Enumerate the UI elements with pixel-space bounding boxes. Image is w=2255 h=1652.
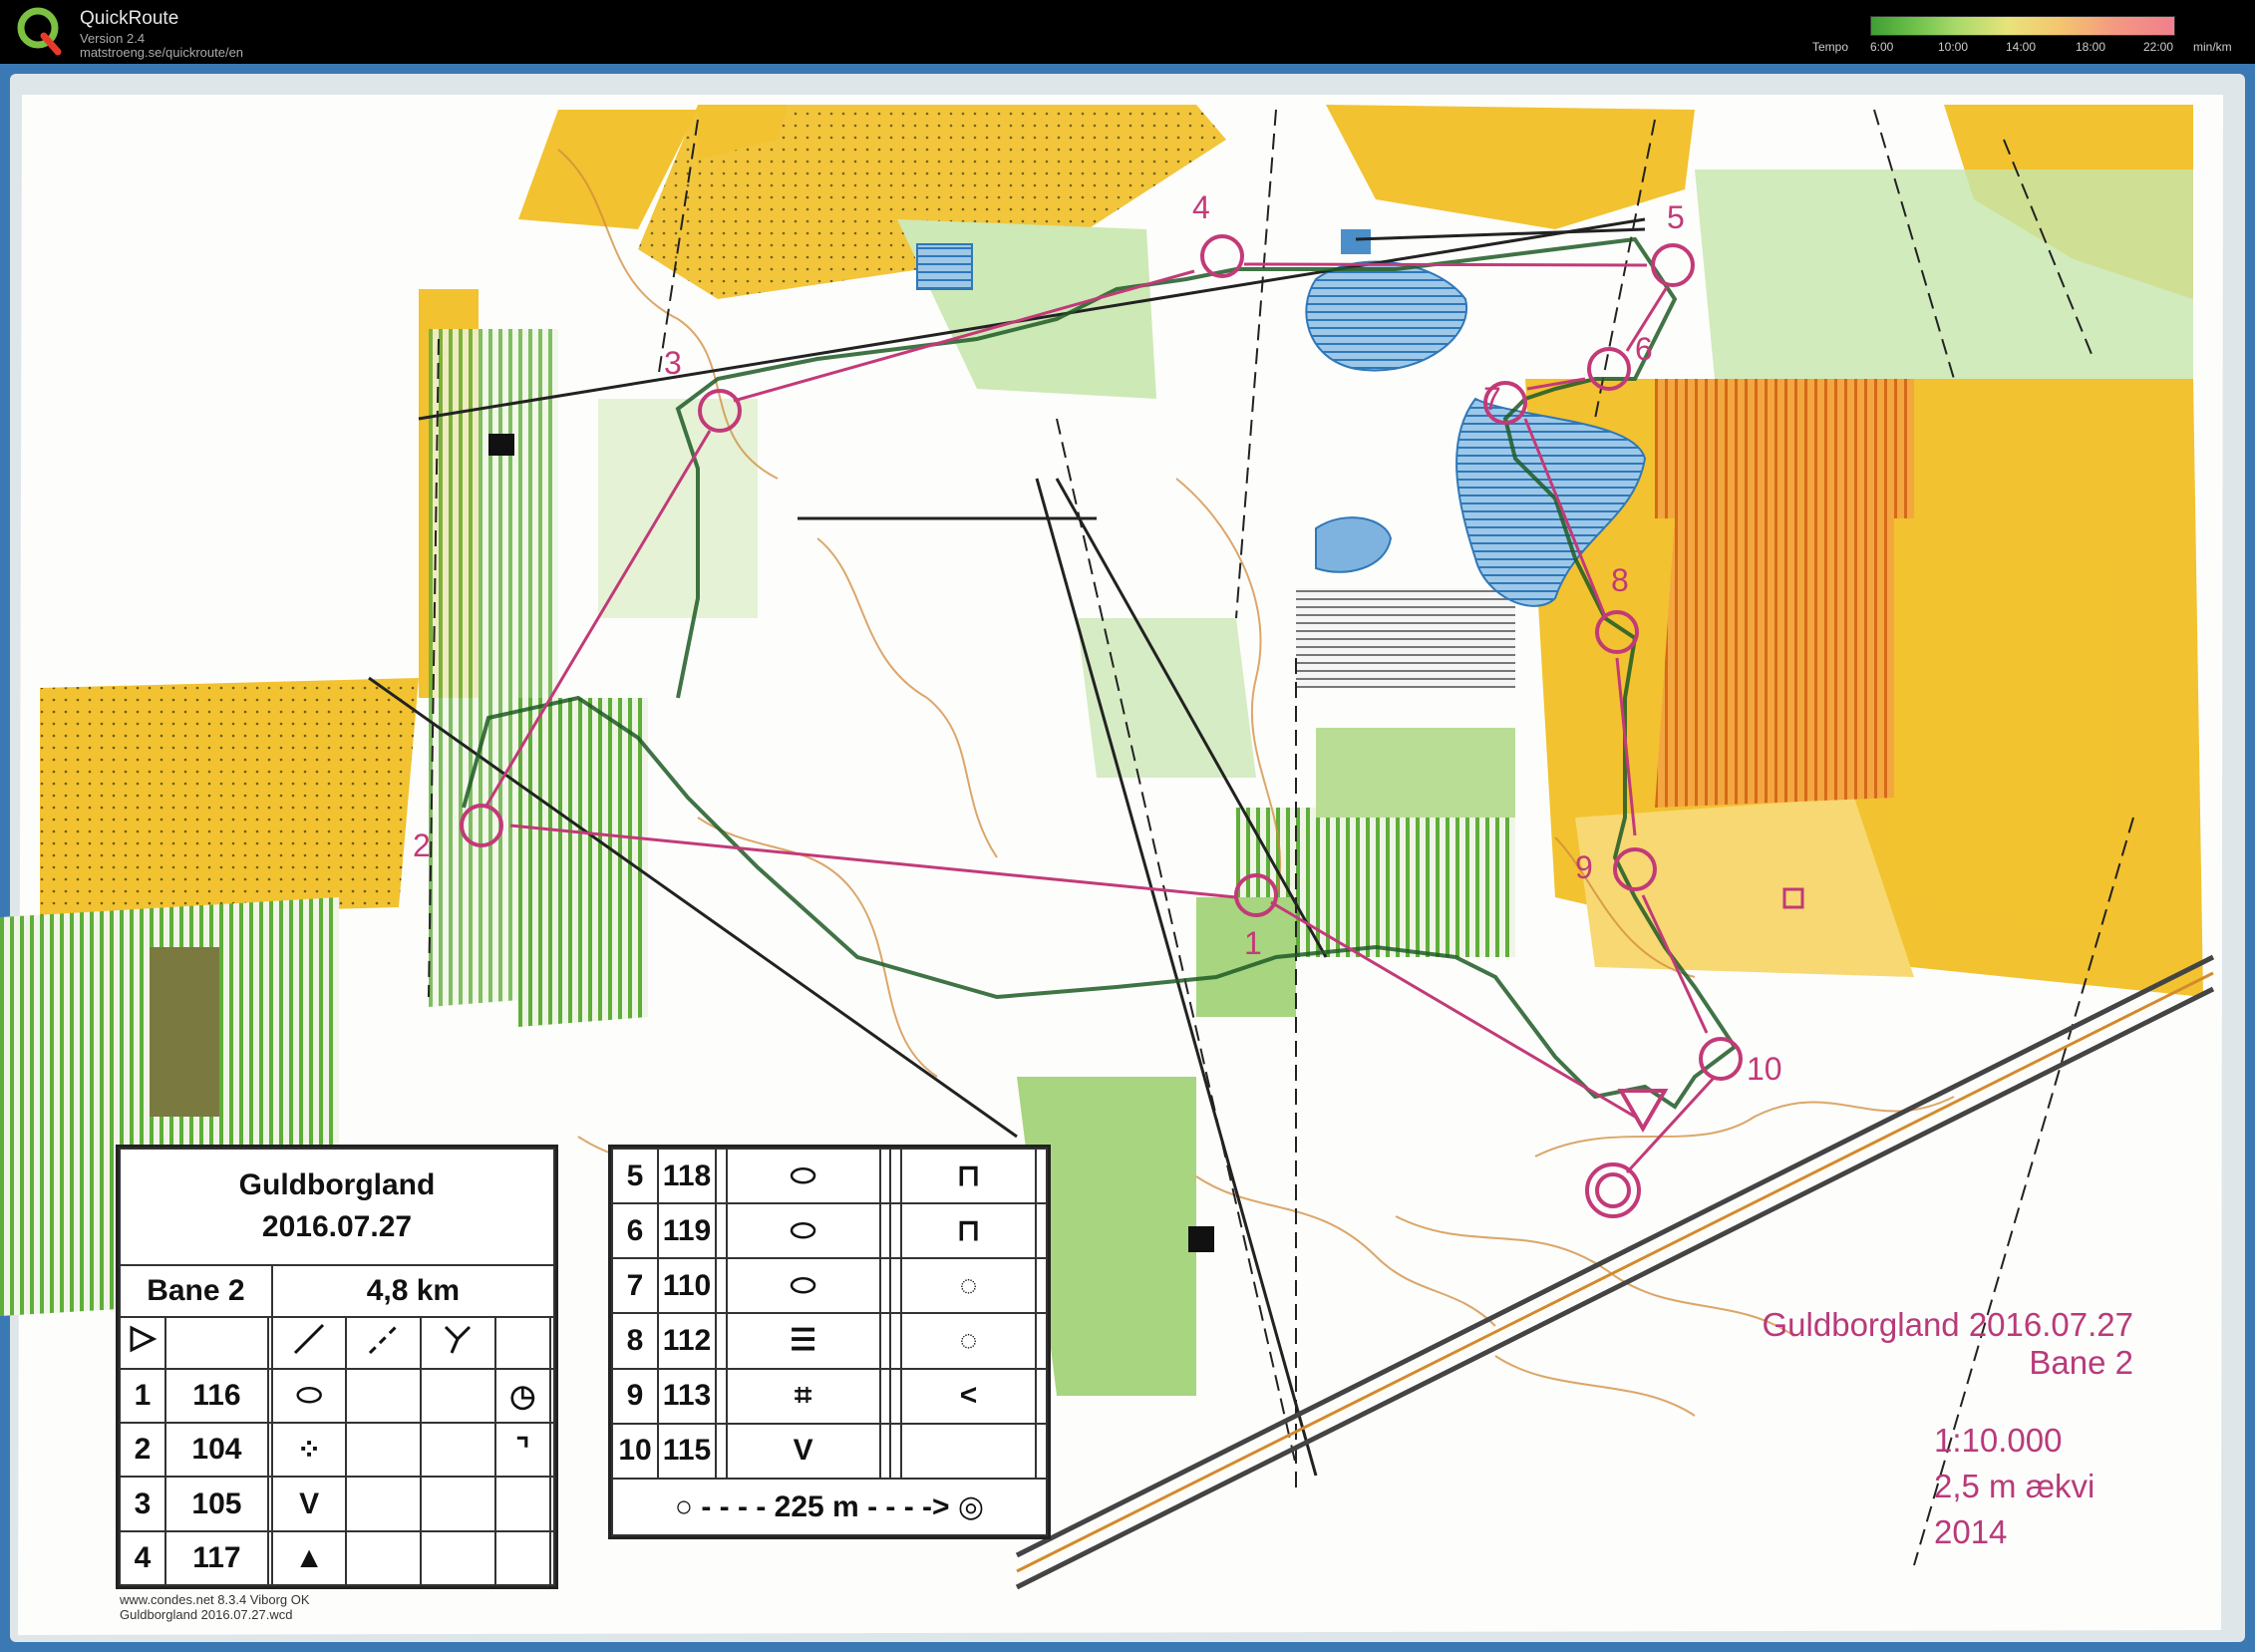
top-side-icon: ⊓ (899, 1202, 1038, 1260)
path-dashed-icon (345, 1315, 423, 1371)
depression-icon: ⁘ (270, 1422, 348, 1479)
lake (1341, 229, 1371, 254)
control-description-right: 5 118 ⬭ ⊓ 6 119 ⬭ ⊓ 7 110 ⬭ ◌ 8 112 ☰ ◌ … (608, 1145, 1051, 1539)
control-number: 4 (1192, 189, 1210, 225)
map-scale: 1:10.000 (1934, 1422, 2063, 1459)
vegetation-boundary-icon: ⌗ (725, 1367, 881, 1425)
corner-inside-icon: < (899, 1367, 1038, 1425)
control-number: 2 (413, 827, 431, 863)
vegetation-area (1296, 588, 1515, 688)
finish-distance: 225 m (774, 1489, 859, 1523)
building (1188, 1226, 1214, 1252)
control-number: 5 (1667, 199, 1685, 235)
event-title: Guldborgland 2016.07.27 (119, 1148, 555, 1266)
vegetation-area (1077, 618, 1256, 778)
open-land-area (40, 678, 419, 917)
control-description-left: Guldborgland 2016.07.27 Bane 2 4,8 km 1 … (116, 1145, 558, 1589)
control-number: 9 (1575, 849, 1593, 885)
control-number: 1 (1244, 925, 1262, 961)
pit-icon: ⬭ (725, 1147, 881, 1205)
vegetation-area (598, 399, 758, 618)
control-number: 8 (1611, 562, 1629, 598)
control-number: 3 (664, 345, 682, 381)
marsh-icon: ☰ (725, 1312, 881, 1370)
building (488, 434, 514, 456)
rough-open-field (1655, 518, 1894, 808)
course-length: 4,8 km (270, 1263, 556, 1318)
east-side-icon: ◌ (899, 1312, 1038, 1370)
map-title: Guldborgland 2016.07.27 Bane 2 (1762, 1306, 2133, 1381)
path-icon (270, 1315, 348, 1371)
course-name: Bane 2 (119, 1263, 273, 1318)
vegetation-area (1316, 728, 1515, 818)
control-number: 7 (1483, 381, 1501, 417)
rough-open-field (1655, 379, 1914, 518)
finish-distance-row: ○ - - - - 225 m - - - -> ◎ (611, 1477, 1048, 1537)
control-description-table: Guldborgland 2016.07.27 Bane 2 4,8 km 1 … (119, 1148, 556, 1587)
pit-icon: ⬭ (725, 1202, 881, 1260)
control-number: 6 (1635, 331, 1653, 367)
corner-icon: ⌝ (493, 1422, 552, 1479)
open-land-area (1894, 558, 2113, 937)
re-entrant-icon: V (725, 1422, 881, 1480)
start-triangle-icon (119, 1315, 166, 1371)
boulder-cluster-icon: ▲ (270, 1529, 348, 1587)
control-description-table: 5 118 ⬭ ⊓ 6 119 ⬭ ⊓ 7 110 ⬭ ◌ 8 112 ☰ ◌ … (611, 1147, 1048, 1537)
path-junction-icon (420, 1315, 496, 1371)
top-side-icon: ⊓ (899, 1147, 1038, 1205)
vegetation-area (150, 947, 219, 1117)
re-entrant-icon: V (270, 1476, 348, 1532)
lake (916, 243, 973, 290)
map-scale-info: 1:10.000 2,5 m ækvi 2014 (1934, 1418, 2193, 1555)
pit-icon: ⬭ (270, 1367, 348, 1425)
knoll-side-icon: ◷ (493, 1367, 552, 1425)
bottom-side-icon: ◌ (899, 1257, 1038, 1315)
control-circle-icon: ○ (674, 1489, 693, 1523)
pit-icon: ⬭ (725, 1257, 881, 1315)
control-number: 10 (1747, 1051, 1782, 1087)
map-year: 2014 (1934, 1513, 2008, 1550)
finish-double-circle-icon: ◎ (957, 1489, 985, 1523)
map-contour-interval: 2,5 m ækvi (1934, 1468, 2095, 1504)
software-credit: www.condes.net 8.3.4 Viborg OK Guldborgl… (120, 1592, 310, 1622)
